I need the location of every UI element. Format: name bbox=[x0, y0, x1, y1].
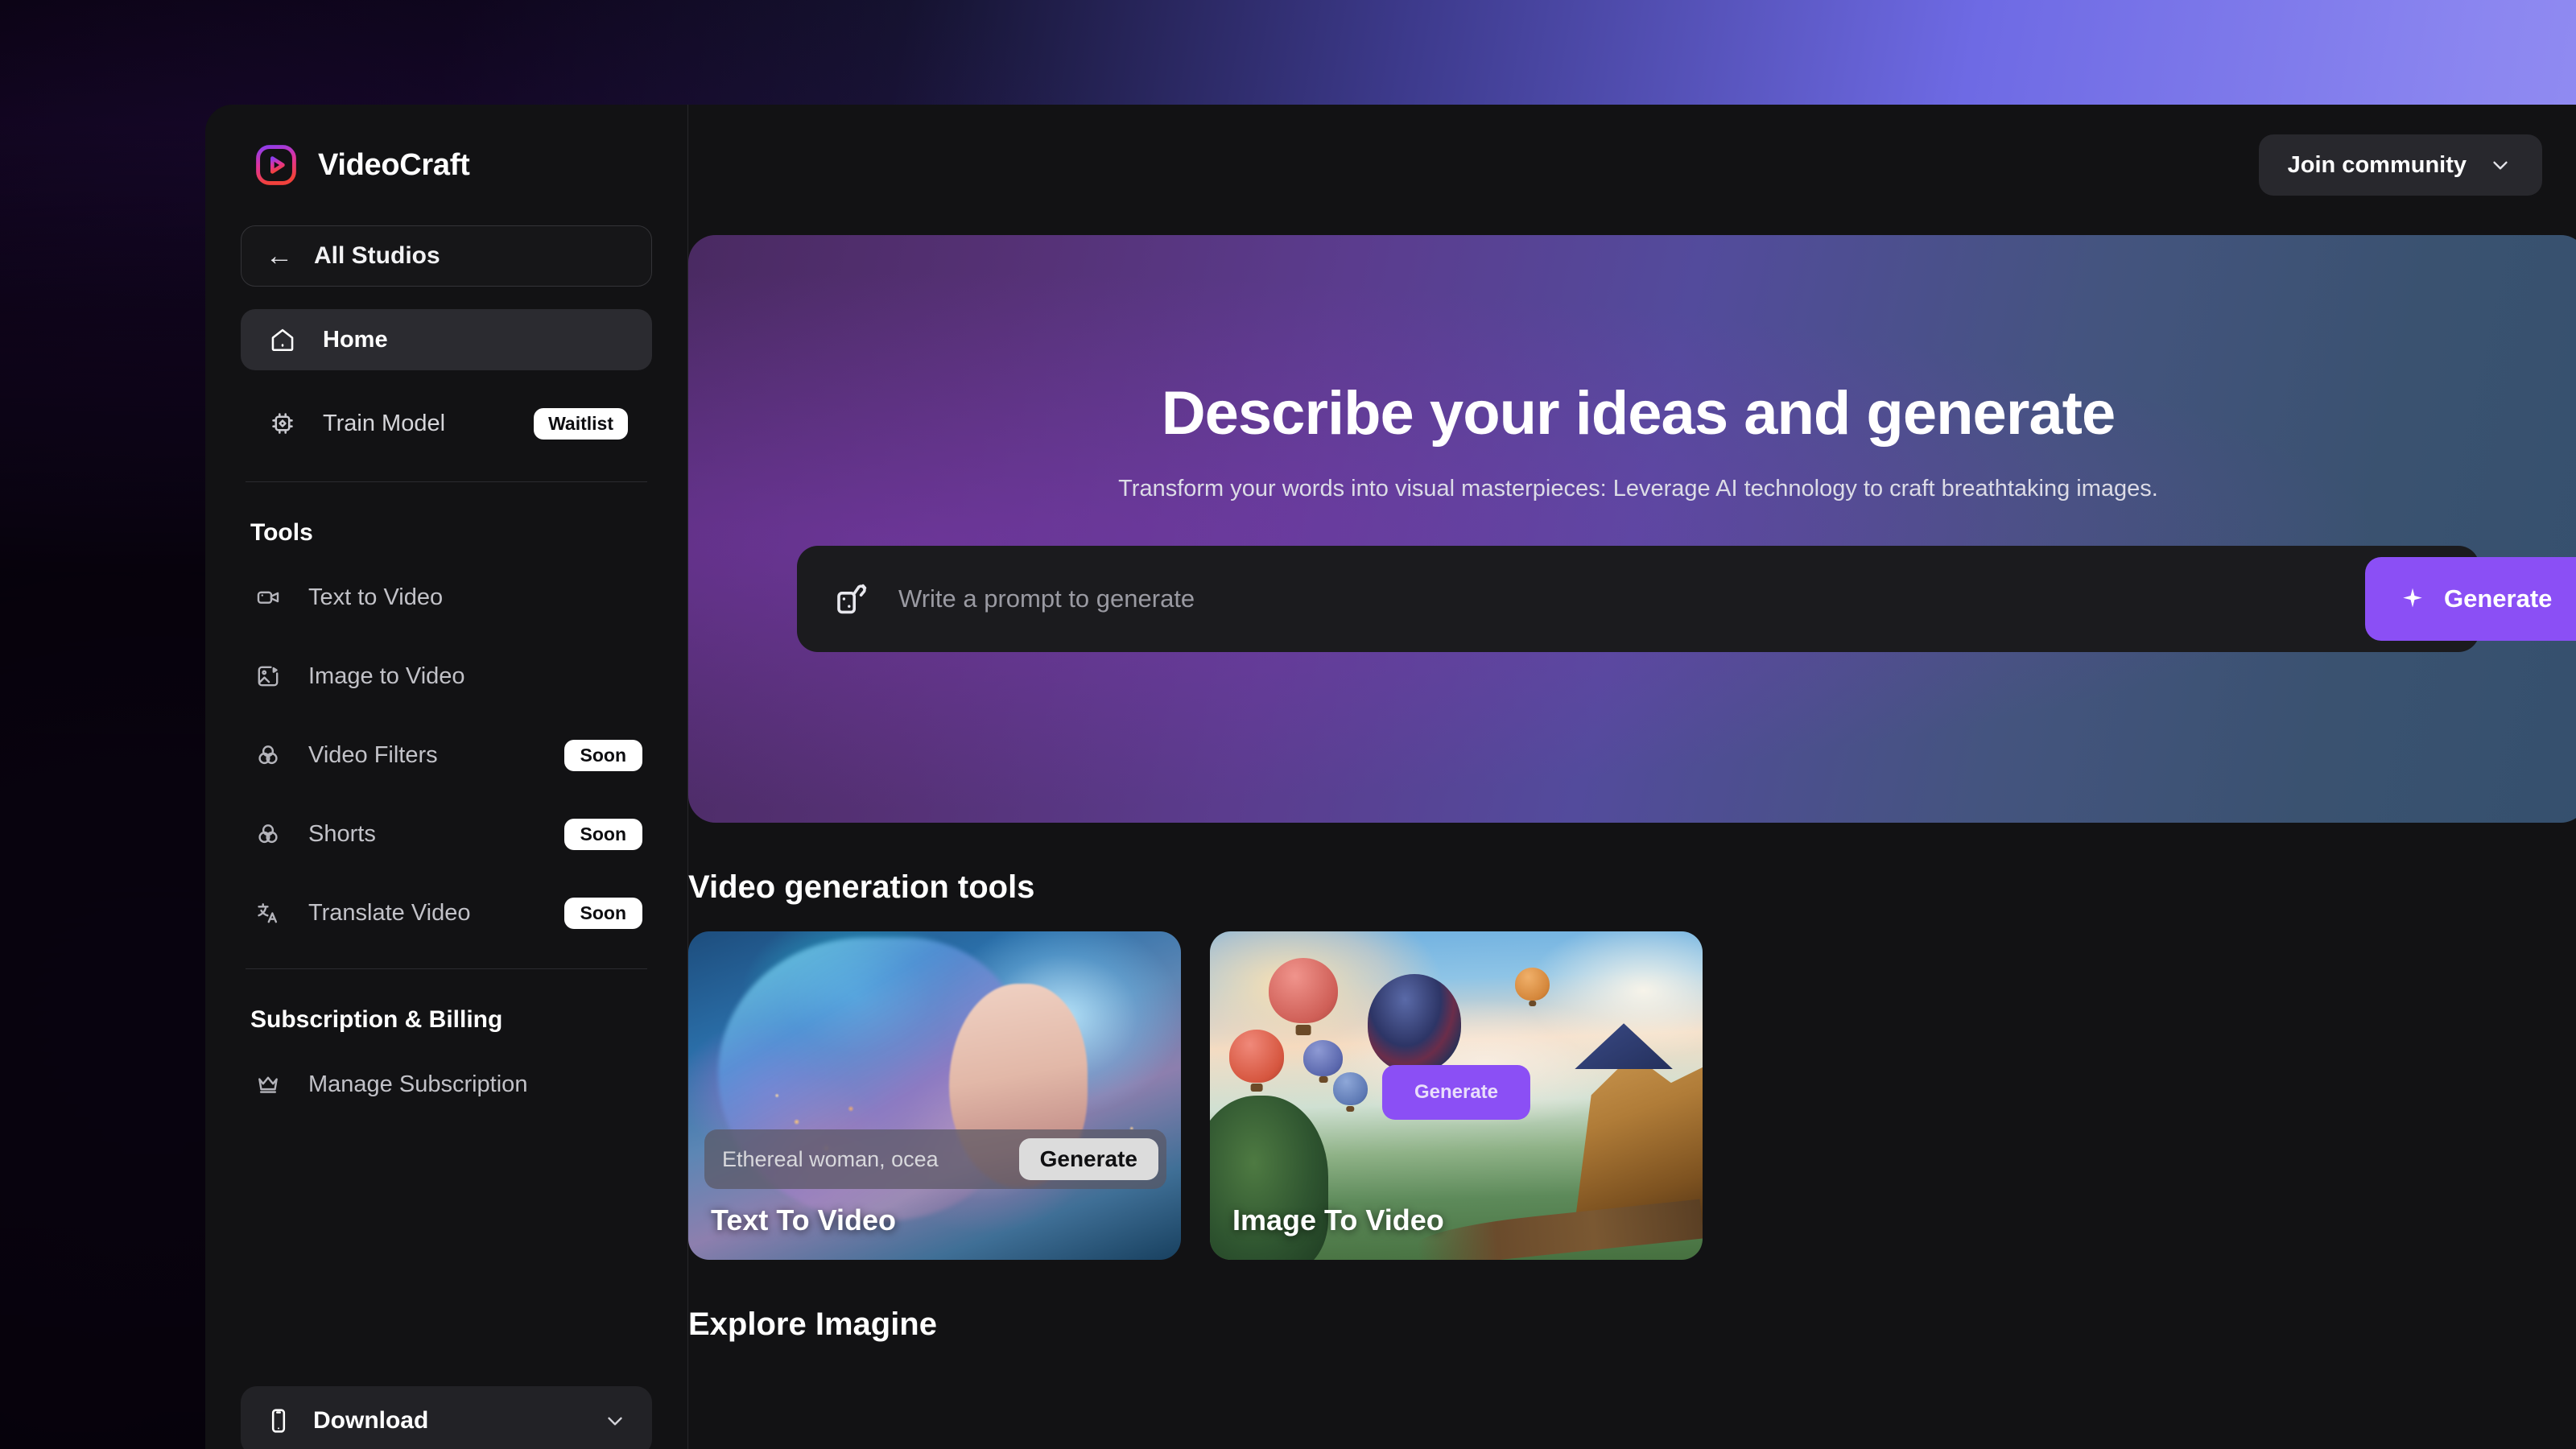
card-generate-button[interactable]: Generate bbox=[1018, 1138, 1158, 1180]
top-bar: Join community bbox=[688, 105, 2576, 225]
video-camera-icon bbox=[250, 580, 286, 615]
sidebar-item-shorts-label: Shorts bbox=[308, 820, 376, 847]
join-community-label: Join community bbox=[2287, 151, 2467, 178]
crown-icon bbox=[250, 1067, 286, 1102]
artwork-house-roof bbox=[1574, 1023, 1674, 1070]
explore-imagine-heading: Explore Imagine bbox=[688, 1307, 937, 1342]
sidebar-item-video-filters[interactable]: Video Filters Soon bbox=[241, 727, 652, 783]
tool-card-image-to-video[interactable]: Generate Image To Video bbox=[1210, 931, 1703, 1260]
tool-cards: Ethereal woman, ocea Generate Text To Vi… bbox=[688, 931, 2576, 1260]
generate-button[interactable]: Generate bbox=[2365, 557, 2576, 641]
billing-section-title: Subscription & Billing bbox=[250, 1006, 503, 1033]
sidebar-item-shorts[interactable]: Shorts Soon bbox=[241, 806, 652, 862]
artwork-balloon bbox=[1229, 1030, 1284, 1083]
arrow-left-icon: ← bbox=[266, 241, 293, 271]
tools-section-title: Tools bbox=[250, 519, 313, 546]
all-studios-label: All Studios bbox=[314, 242, 440, 269]
card-prompt-text: Ethereal woman, ocea bbox=[722, 1146, 939, 1171]
hero-banner: Describe your ideas and generate Transfo… bbox=[688, 235, 2576, 823]
brand-name: VideoCraft bbox=[318, 147, 470, 182]
generate-label: Generate bbox=[2444, 584, 2553, 613]
artwork-balloon bbox=[1367, 974, 1462, 1073]
dice-shuffle-icon bbox=[831, 578, 873, 620]
video-filters-soon-badge: Soon bbox=[564, 739, 642, 771]
artwork-balloon bbox=[1333, 1072, 1368, 1106]
sidebar-item-translate-video[interactable]: Translate Video Soon bbox=[241, 885, 652, 941]
artwork-balloon bbox=[1269, 957, 1339, 1024]
shorts-soon-badge: Soon bbox=[564, 818, 642, 850]
phone-icon bbox=[265, 1407, 292, 1435]
chip-icon bbox=[265, 406, 300, 441]
chevron-down-icon bbox=[2487, 152, 2513, 178]
download-label: Download bbox=[313, 1407, 429, 1434]
artwork-balloon bbox=[1515, 967, 1550, 1001]
card-generate-button[interactable]: Generate bbox=[1381, 1064, 1531, 1120]
sidebar-item-video-filters-label: Video Filters bbox=[308, 741, 438, 768]
sidebar: VideoCraft ← All Studios Home Train Mode… bbox=[205, 105, 688, 1449]
image-play-icon bbox=[250, 658, 286, 694]
artwork-balloon bbox=[1303, 1039, 1344, 1076]
sidebar-item-manage-subscription-label: Manage Subscription bbox=[308, 1071, 528, 1097]
sidebar-item-train-model[interactable]: Train Model Waitlist bbox=[241, 393, 652, 454]
translate-video-soon-badge: Soon bbox=[564, 897, 642, 929]
sidebar-item-image-to-video[interactable]: Image to Video bbox=[241, 648, 652, 704]
sidebar-item-text-to-video-label: Text to Video bbox=[308, 584, 444, 610]
prompt-input[interactable] bbox=[873, 584, 2479, 613]
artwork-bridge bbox=[1415, 1199, 1703, 1260]
filters-icon bbox=[250, 816, 286, 852]
brand: VideoCraft bbox=[241, 105, 652, 225]
app-window: VideoCraft ← All Studios Home Train Mode… bbox=[205, 105, 2576, 1449]
main-content: Join community Describe your ideas and g… bbox=[688, 105, 2576, 1449]
play-square-gradient-icon bbox=[254, 142, 299, 188]
sidebar-item-home[interactable]: Home bbox=[241, 309, 652, 370]
chevron-down-icon bbox=[602, 1408, 628, 1434]
download-button[interactable]: Download bbox=[241, 1386, 652, 1449]
tool-card-text-to-video[interactable]: Ethereal woman, ocea Generate Text To Vi… bbox=[688, 931, 1181, 1260]
card-title: Text To Video bbox=[711, 1203, 897, 1236]
sidebar-divider-2 bbox=[246, 968, 647, 969]
join-community-button[interactable]: Join community bbox=[2258, 134, 2542, 196]
sidebar-item-translate-video-label: Translate Video bbox=[308, 899, 471, 926]
waitlist-badge: Waitlist bbox=[534, 407, 628, 440]
sidebar-divider-1 bbox=[246, 481, 647, 482]
filters-icon bbox=[250, 737, 286, 773]
hero-subtitle: Transform your words into visual masterp… bbox=[1118, 476, 2158, 502]
sidebar-item-manage-subscription[interactable]: Manage Subscription bbox=[241, 1056, 652, 1113]
sidebar-item-text-to-video[interactable]: Text to Video bbox=[241, 569, 652, 625]
video-tools-heading: Video generation tools bbox=[688, 869, 1035, 905]
sidebar-item-home-label: Home bbox=[323, 326, 388, 353]
sidebar-item-image-to-video-label: Image to Video bbox=[308, 663, 465, 689]
card-title: Image To Video bbox=[1232, 1203, 1444, 1236]
translate-icon bbox=[250, 895, 286, 931]
hero-title: Describe your ideas and generate bbox=[1161, 379, 2116, 448]
home-icon bbox=[265, 322, 300, 357]
card-prompt-bar[interactable]: Ethereal woman, ocea Generate bbox=[704, 1129, 1166, 1189]
sparkle-icon bbox=[2399, 585, 2426, 613]
all-studios-button[interactable]: ← All Studios bbox=[241, 225, 652, 287]
prompt-bar: Generate bbox=[797, 546, 2576, 652]
sidebar-item-train-model-label: Train Model bbox=[323, 410, 446, 436]
